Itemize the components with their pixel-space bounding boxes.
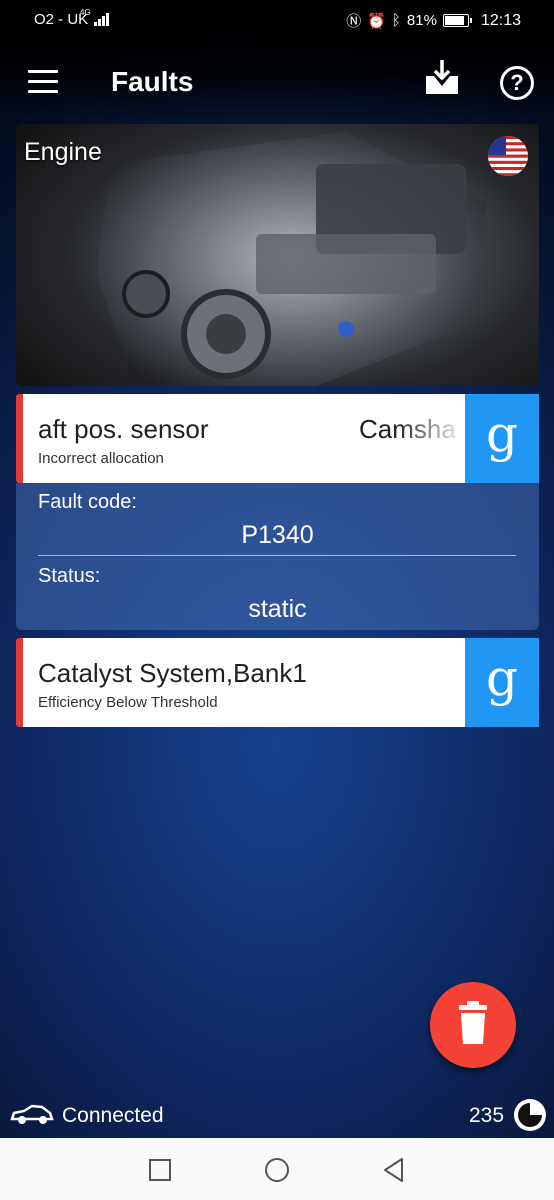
connection-status: Connected: [62, 1104, 164, 1127]
download-icon[interactable]: [424, 58, 460, 98]
fault-description: Incorrect allocation: [38, 450, 164, 467]
google-search-button[interactable]: g: [465, 638, 539, 727]
pie-icon[interactable]: [514, 1099, 546, 1131]
menu-icon[interactable]: [28, 70, 58, 94]
alarm-icon: ⏰: [367, 12, 386, 30]
trash-icon: [459, 1001, 487, 1044]
fault-code-label: Fault code:: [38, 491, 137, 513]
fault-description: Efficiency Below Threshold: [38, 694, 218, 711]
help-icon[interactable]: ?: [500, 66, 534, 100]
connection-bar: Connected 235: [0, 1097, 554, 1137]
battery-percent: 81%: [406, 12, 437, 29]
us-flag-icon[interactable]: [488, 136, 528, 176]
signal-icon: [94, 12, 112, 26]
status-bar: O2 - UK 4G Ⓝ ⏰ ᛒ 81% 12:13: [0, 0, 554, 38]
home-icon[interactable]: [263, 1156, 291, 1184]
car-icon: [10, 1104, 54, 1124]
fault-name: aft pos. sensor Camsha: [38, 414, 458, 448]
fault-details: Fault code: P1340 Status: static: [16, 483, 539, 630]
recents-icon[interactable]: [146, 1156, 174, 1184]
battery-icon: [442, 14, 472, 27]
fault-item[interactable]: aft pos. sensor Camsha Incorrect allocat…: [16, 394, 539, 483]
nfc-icon: Ⓝ: [346, 13, 362, 30]
google-search-button[interactable]: g: [465, 394, 539, 483]
fault-name-part: aft pos. sensor: [38, 414, 209, 444]
status-label: Status:: [38, 565, 101, 587]
divider: [38, 555, 516, 556]
system-nav-bar: [0, 1138, 554, 1200]
toolbar: Faults ?: [0, 52, 554, 112]
fault-name: Catalyst System,Bank1: [38, 658, 307, 688]
back-icon[interactable]: [380, 1156, 408, 1184]
bluetooth-icon: ᛒ: [391, 12, 401, 29]
delete-button[interactable]: [430, 982, 516, 1068]
network-type: 4G: [80, 8, 91, 17]
fault-code: P1340: [241, 521, 314, 549]
fault-item[interactable]: Catalyst System,Bank1 Efficiency Below T…: [16, 638, 539, 727]
status-value: static: [248, 595, 307, 623]
page-title: Faults: [111, 66, 194, 97]
counter-value: 235: [469, 1104, 505, 1127]
clock: 12:13: [480, 11, 521, 29]
engine-card[interactable]: Engine: [16, 124, 539, 386]
engine-label: Engine: [24, 138, 102, 166]
